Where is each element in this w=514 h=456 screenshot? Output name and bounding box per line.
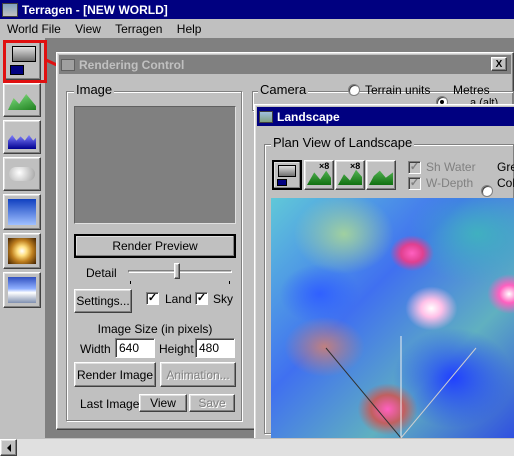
toolbar-landscape-button[interactable] [3,83,41,117]
terrain-height-map[interactable] [271,198,514,438]
w-depth-checkbox[interactable]: ✓ [408,177,421,190]
menu-terragen[interactable]: Terragen [115,22,162,36]
scroll-left-icon [6,443,11,452]
sky-check-mark: ✓ [196,292,207,304]
landscape-render-tool[interactable] [272,160,302,190]
width-value: 640 [119,341,140,355]
height-label: Height [159,342,194,356]
sh-water-label: Sh Water [426,160,476,174]
landscape-modify-tool[interactable]: ×8 [335,160,365,190]
land-label: Land [165,292,192,306]
menu-world-file[interactable]: World File [7,22,61,36]
toolbar-preview-button[interactable] [3,272,41,308]
x8-label-a: ×8 [319,161,330,171]
settings-label: Settings... [76,294,130,308]
view-button[interactable]: View [139,394,187,412]
sky-icon [8,199,36,225]
landscape-view-tool[interactable] [366,160,396,190]
w-depth-label: W-Depth [426,176,474,190]
height-value: 480 [199,341,220,355]
render-window-icon [61,58,75,71]
gre-label: Gre [497,160,514,174]
render-preview-label: Render Preview [112,239,198,253]
left-toolbar [0,38,44,438]
detail-label: Detail [86,266,117,280]
terrain-units-radio[interactable] [348,84,360,96]
last-image-label: Last Image: [80,397,143,411]
image-preview [74,106,236,224]
close-button[interactable]: X [491,57,507,71]
sky-checkbox[interactable]: ✓ [195,292,208,305]
highlight-box [3,40,47,83]
terrain-view-icon [369,170,393,185]
detail-slider-thumb[interactable] [174,263,181,279]
toolbar-clouds-button[interactable] [3,157,41,191]
menu-bar: World File View Terragen Help [0,20,514,38]
sky-label: Sky [213,292,234,306]
preview-scene-icon [8,277,36,303]
width-label: Width [80,342,111,356]
landscape-window-icon [259,110,273,123]
land-checkbox[interactable]: ✓ [146,292,159,305]
sun-icon [8,238,36,264]
settings-button[interactable]: Settings... [74,289,132,313]
x8-label-b: ×8 [350,161,361,171]
clouds-icon [9,167,35,181]
app-titlebar: Terragen - [NEW WORLD] [0,0,514,19]
render-preview-button[interactable]: Render Preview [74,234,236,258]
detail-slider-ticks [130,281,230,284]
landscape-titlebar: Landscape [257,107,514,126]
width-input[interactable]: 640 [115,338,155,358]
toolbar-water-button[interactable] [3,120,41,154]
menu-help[interactable]: Help [177,22,202,36]
detail-slider[interactable] [126,262,234,284]
plan-view-label: Plan View of Landscape [271,135,415,150]
render-image-button[interactable]: Render Image [74,362,156,387]
animation-button[interactable]: Animation... [160,362,236,387]
landscape-icon [8,94,36,110]
menu-view[interactable]: View [75,22,101,36]
metres-label: Metres [453,83,490,97]
water-icon [8,135,36,149]
scroll-left-button[interactable] [0,439,17,456]
close-icon: X [495,58,503,70]
app-title: Terragen - [NEW WORLD] [22,2,168,17]
image-size-label: Image Size (in pixels) [97,322,213,336]
rendering-control-title: Rendering Control [79,57,185,72]
height-input[interactable]: 480 [195,338,235,358]
app-icon [2,2,18,17]
land-check-mark: ✓ [147,292,158,304]
col-label: Col [497,176,514,190]
animation-label: Animation... [166,367,230,382]
rendering-control-titlebar: Rendering Control [59,55,511,74]
camera-small-icon [277,179,287,186]
render-image-label: Render Image [76,367,154,382]
monitor-small-icon [278,165,296,177]
save-label: Save [198,396,226,410]
camera-group-label: Camera [258,82,309,97]
camera-view-cone [325,336,477,438]
toolbar-sky-button[interactable] [3,194,41,230]
gre-radio[interactable] [481,185,493,197]
toolbar-sun-button[interactable] [3,233,41,269]
sh-water-checkbox[interactable]: ✓ [408,161,421,174]
terrain-units-label: Terrain units [365,83,431,97]
save-button[interactable]: Save [189,394,235,412]
landscape-title: Landscape [277,109,340,124]
view-label: View [150,396,176,410]
image-group-label: Image [74,82,115,97]
horizontal-scrollbar[interactable] [0,438,514,456]
landscape-generate-tool[interactable]: ×8 [304,160,334,190]
